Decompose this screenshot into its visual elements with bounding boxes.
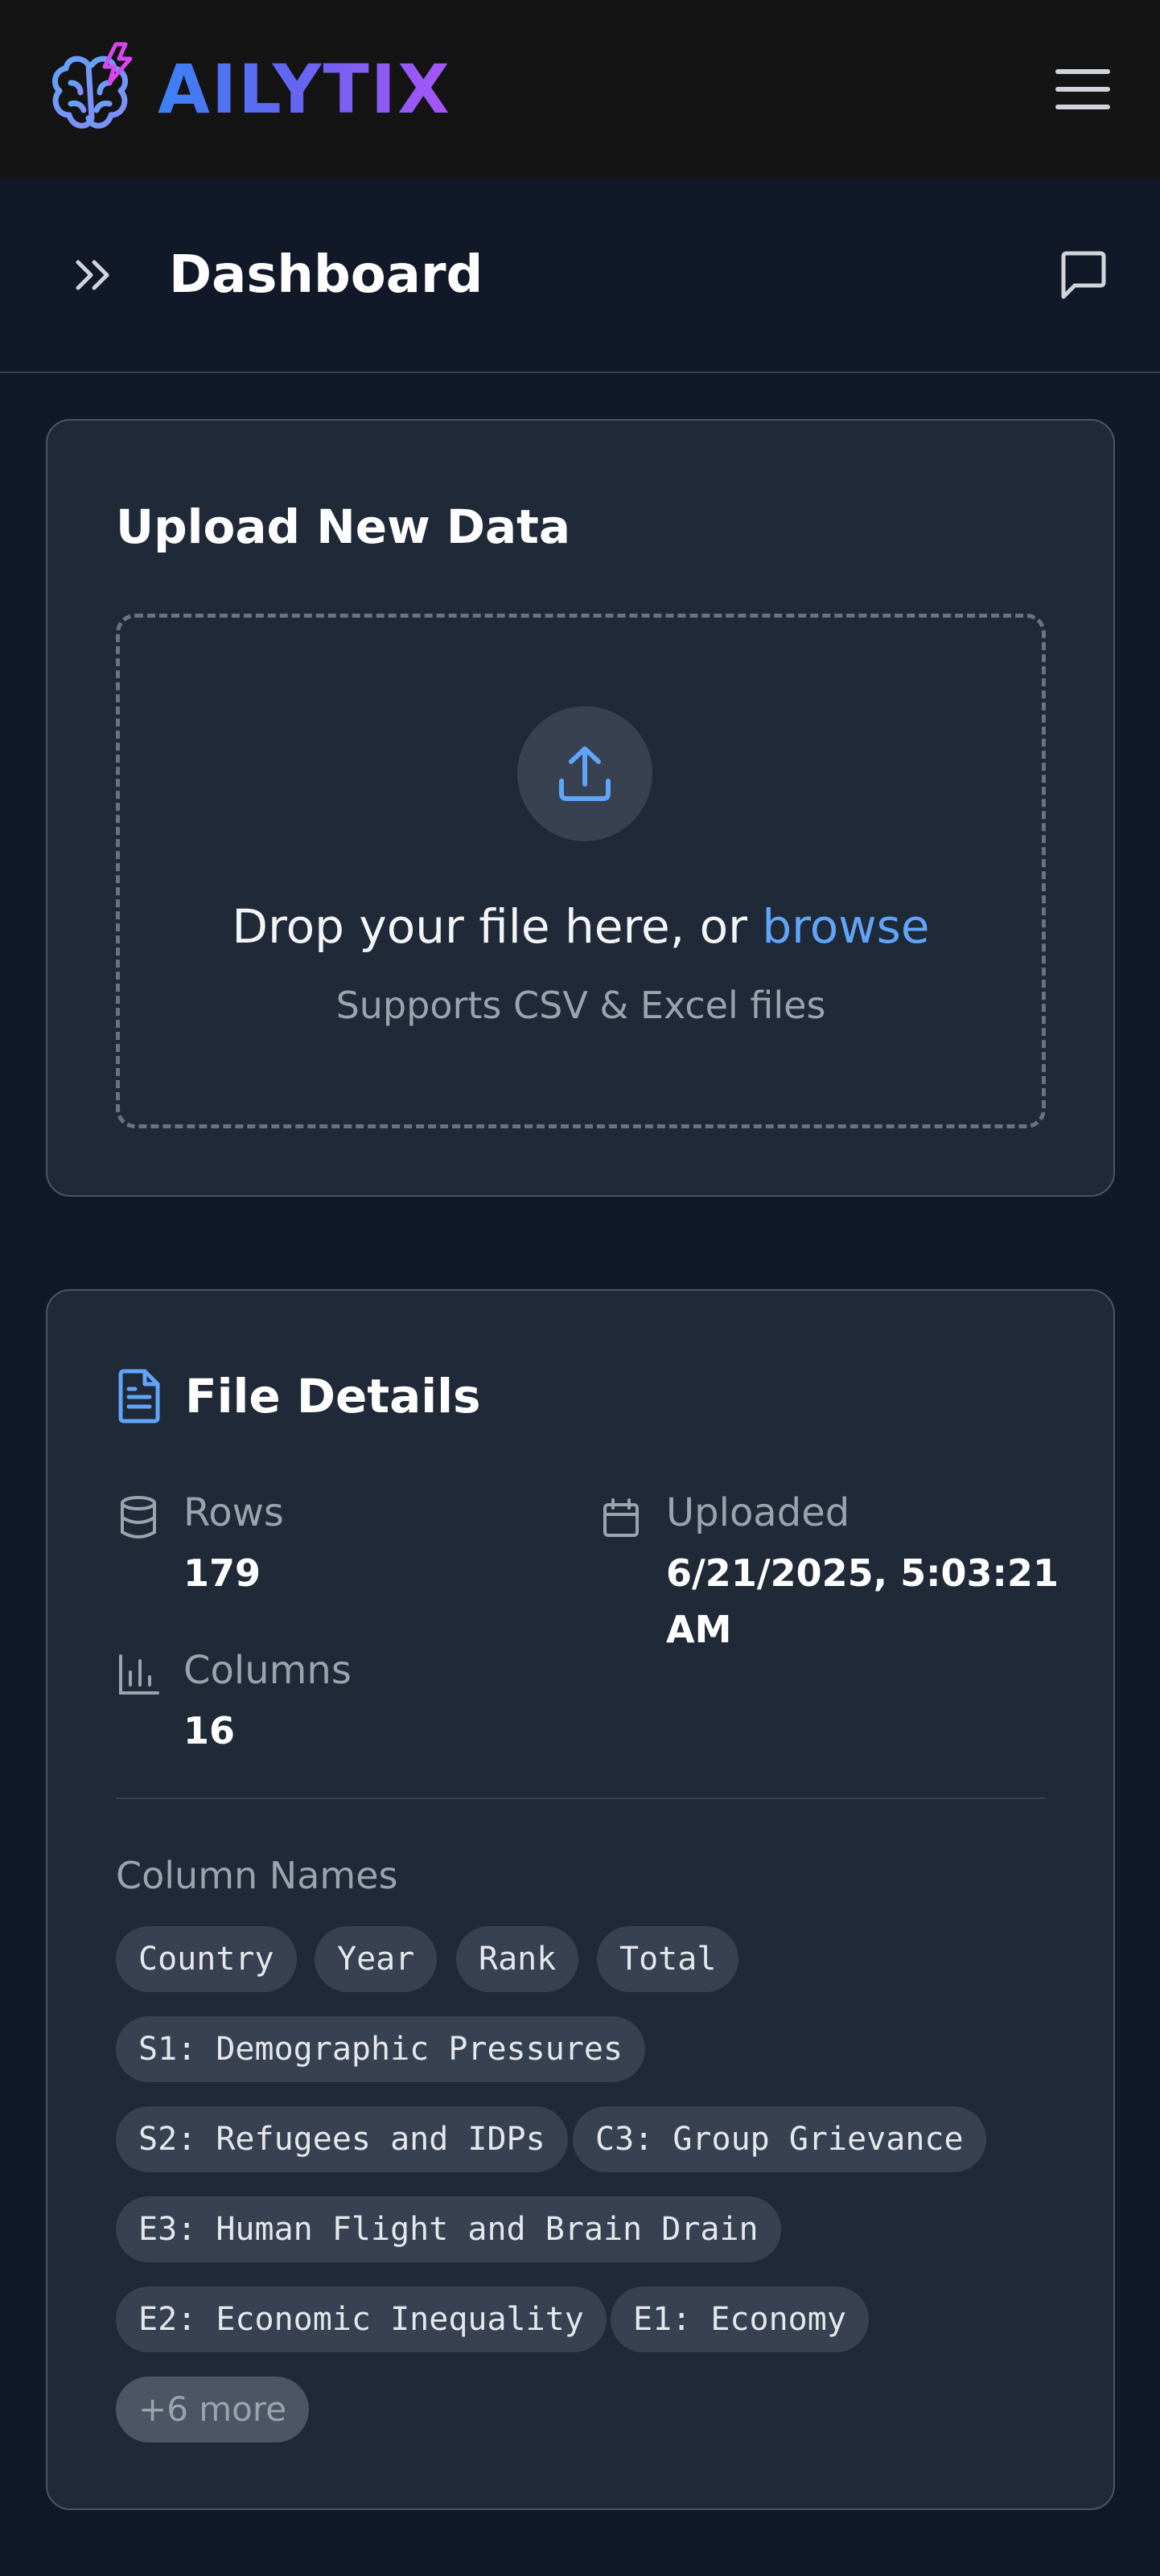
chat-button[interactable] <box>1047 239 1120 311</box>
rows-label: Rows <box>183 1490 284 1535</box>
drop-text: Drop your file here, or <box>232 899 747 954</box>
divider <box>116 1797 1046 1799</box>
menu-button[interactable] <box>1051 57 1115 121</box>
uploaded-value: 6/21/2025, 5:03:21 AM <box>666 1551 1059 1651</box>
upload-icon <box>559 746 611 801</box>
page-header: Dashboard <box>0 179 1160 373</box>
file-text-icon <box>118 1369 160 1424</box>
expand-sidebar-button[interactable] <box>64 246 122 304</box>
column-names-label: Column Names <box>116 1854 398 1897</box>
column-chip: E3: Human Flight and Brain Drain <box>116 2196 781 2262</box>
column-chip: Total <box>597 1926 739 1992</box>
file-details-card: File Details Rows 179 Uploaded 6/21/2025… <box>46 1289 1115 2510</box>
drop-text-line: Drop your file here, or browse <box>120 899 1042 954</box>
chevrons-right-icon <box>76 260 109 290</box>
file-details-header: File Details <box>116 1368 481 1424</box>
hamburger-menu-icon <box>1055 69 1110 109</box>
uploaded-label: Uploaded <box>666 1490 850 1535</box>
browse-link[interactable]: browse <box>762 899 929 954</box>
file-dropzone[interactable]: Drop your file here, or browse Supports … <box>116 614 1046 1128</box>
column-chip: S2: Refugees and IDPs <box>116 2106 568 2172</box>
columns-value: 16 <box>183 1709 236 1752</box>
brain-bolt-icon <box>51 42 133 129</box>
supported-formats-text: Supports CSV & Excel files <box>335 984 826 1027</box>
column-chip: C3: Group Grievance <box>573 2106 986 2172</box>
message-square-icon <box>1061 251 1106 299</box>
column-chip: S1: Demographic Pressures <box>116 2016 646 2082</box>
file-details-title: File Details <box>185 1369 481 1424</box>
page-title: Dashboard <box>169 245 483 305</box>
column-chip: E2: Economic Inequality <box>116 2286 607 2352</box>
upload-icon-circle <box>517 706 652 841</box>
bar-chart-icon <box>119 1654 159 1695</box>
column-chip: Year <box>315 1926 438 1992</box>
calendar-icon <box>603 1498 639 1537</box>
brand-name: AILYTIX <box>158 50 451 129</box>
database-icon <box>121 1496 156 1539</box>
upload-title: Upload New Data <box>116 499 570 554</box>
more-columns-chip[interactable]: +6 more <box>116 2377 310 2442</box>
column-chip: Rank <box>456 1926 579 1992</box>
column-chip: Country <box>116 1926 297 1992</box>
top-navbar: AILYTIX <box>0 0 1160 179</box>
rows-value: 179 <box>183 1551 261 1595</box>
upload-card: Upload New Data Drop your file here, or … <box>46 419 1115 1197</box>
column-chip: E1: Economy <box>611 2286 869 2352</box>
columns-label: Columns <box>183 1648 352 1693</box>
brand[interactable]: AILYTIX <box>47 41 451 138</box>
